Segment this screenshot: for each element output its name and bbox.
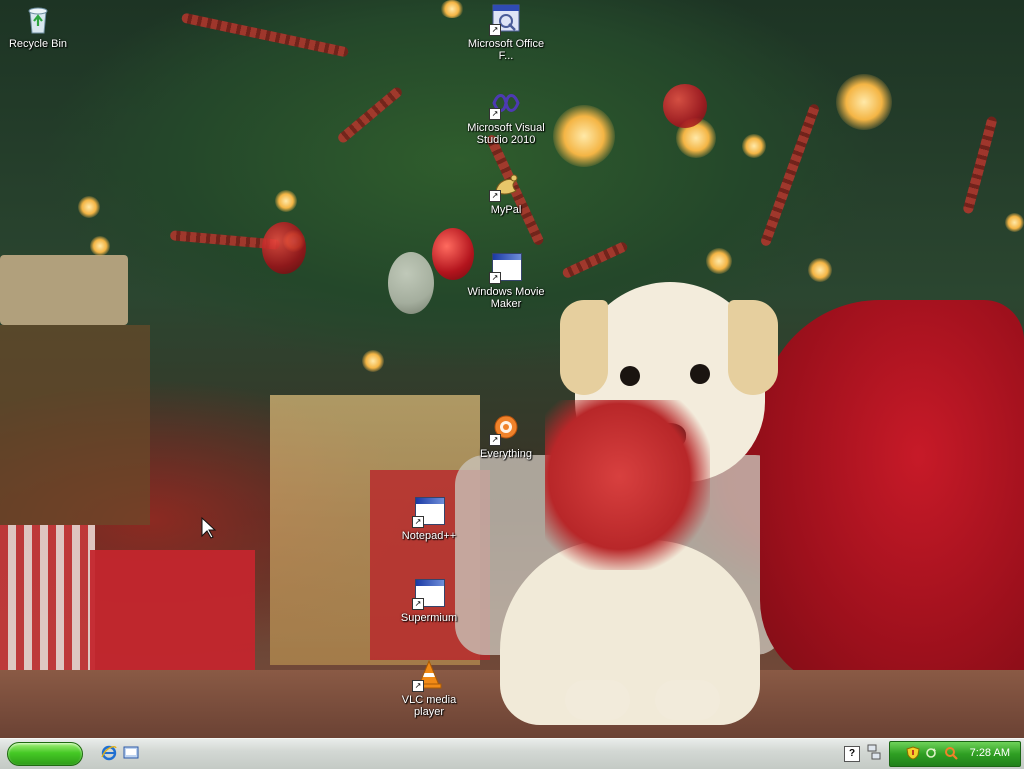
clock[interactable]: 7:28 AM bbox=[970, 747, 1010, 759]
shortcut-arrow-icon: ↗ bbox=[412, 680, 424, 692]
shortcut-arrow-icon: ↗ bbox=[489, 108, 501, 120]
icon-label: Everything bbox=[480, 448, 532, 460]
wallpaper-garland bbox=[962, 115, 998, 215]
wallpaper-garland bbox=[759, 102, 821, 248]
wallpaper-puppy-ear bbox=[560, 300, 608, 395]
icon-label: VLC media player bbox=[401, 694, 457, 718]
icon-label: Notepad++ bbox=[401, 530, 457, 542]
recycle-bin-icon bbox=[22, 3, 54, 35]
icon-label: MyPal bbox=[490, 204, 522, 216]
movie-maker-icon: ↗ bbox=[489, 251, 522, 284]
icon-label: Recycle Bin bbox=[8, 38, 68, 50]
notepad-plus-plus-icon: ↗ bbox=[412, 495, 445, 528]
visual-studio-desktop-icon[interactable]: ↗ Microsoft Visual Studio 2010 bbox=[464, 87, 548, 146]
help-icon[interactable]: ? bbox=[844, 746, 860, 762]
wallpaper-light bbox=[836, 74, 892, 130]
shortcut-arrow-icon: ↗ bbox=[412, 516, 424, 528]
wallpaper-puppy-eye bbox=[690, 364, 710, 384]
start-button[interactable] bbox=[7, 742, 83, 766]
wallpaper-blanket bbox=[760, 300, 1024, 690]
supermium-icon: ↗ bbox=[412, 577, 445, 610]
wallpaper-gift bbox=[0, 525, 95, 680]
wallpaper-garland bbox=[180, 12, 350, 58]
shortcut-arrow-icon: ↗ bbox=[412, 598, 424, 610]
wallpaper-ribbon bbox=[545, 400, 710, 570]
wallpaper-light bbox=[362, 350, 384, 372]
office-icon: ↗ bbox=[489, 3, 522, 36]
shortcut-arrow-icon: ↗ bbox=[489, 272, 501, 284]
shortcut-arrow-icon: ↗ bbox=[489, 24, 501, 36]
wallpaper-light bbox=[553, 105, 615, 167]
system-tray: 7:28 AM bbox=[889, 741, 1021, 767]
wallpaper-gift bbox=[0, 325, 150, 525]
wallpaper-puppy-ear bbox=[728, 300, 778, 395]
wallpaper-light bbox=[808, 258, 832, 282]
security-shield-icon[interactable] bbox=[906, 746, 920, 760]
wallpaper-ornament bbox=[262, 222, 306, 274]
vlc-desktop-icon[interactable]: ↗ VLC media player bbox=[387, 659, 471, 718]
mypal-icon: ↗ bbox=[489, 169, 522, 202]
network-icon[interactable] bbox=[866, 744, 882, 760]
shortcut-arrow-icon: ↗ bbox=[489, 190, 501, 202]
wallpaper-light bbox=[440, 0, 464, 18]
wallpaper-garland bbox=[561, 240, 629, 280]
wallpaper-puppy-eye bbox=[620, 366, 640, 386]
sync-icon[interactable] bbox=[924, 746, 938, 760]
wallpaper-light bbox=[90, 236, 110, 256]
show-desktop-icon[interactable] bbox=[123, 745, 139, 761]
everything-search-icon[interactable] bbox=[944, 746, 958, 760]
taskbar: ? 7:28 AM bbox=[0, 738, 1024, 769]
wallpaper-ornament bbox=[388, 252, 434, 314]
wallpaper-gift bbox=[0, 255, 128, 325]
mypal-desktop-icon[interactable]: ↗ MyPal bbox=[464, 169, 548, 216]
visual-studio-icon: ↗ bbox=[489, 87, 522, 120]
wallpaper-garland bbox=[336, 85, 404, 145]
icon-label: Supermium bbox=[400, 612, 458, 624]
wallpaper-ornament bbox=[663, 84, 707, 128]
icon-label: Windows Movie Maker bbox=[467, 286, 545, 310]
microsoft-office-desktop-icon[interactable]: ↗ Microsoft Office F... bbox=[464, 3, 548, 62]
supermium-desktop-icon[interactable]: ↗ Supermium bbox=[387, 577, 471, 624]
everything-desktop-icon[interactable]: ↗ Everything bbox=[464, 413, 548, 460]
mouse-cursor-icon bbox=[200, 516, 218, 540]
wallpaper-gift bbox=[90, 550, 255, 670]
notepad-plus-plus-desktop-icon[interactable]: ↗ Notepad++ bbox=[387, 495, 471, 542]
shortcut-arrow-icon: ↗ bbox=[489, 434, 501, 446]
everything-icon: ↗ bbox=[489, 413, 522, 446]
recycle-bin-desktop-icon[interactable]: Recycle Bin bbox=[0, 3, 80, 50]
wallpaper-puppy-paw bbox=[655, 680, 720, 720]
vlc-cone-icon: ↗ bbox=[412, 659, 445, 692]
wallpaper-light bbox=[742, 134, 766, 158]
wallpaper-puppy-paw bbox=[565, 680, 630, 720]
icon-label: Microsoft Office F... bbox=[467, 38, 545, 62]
desktop[interactable]: Recycle Bin ↗ Microsoft Office F... ↗ Mi… bbox=[0, 0, 1024, 738]
wallpaper-light bbox=[706, 248, 732, 274]
wallpaper-light bbox=[1005, 213, 1024, 232]
windows-movie-maker-desktop-icon[interactable]: ↗ Windows Movie Maker bbox=[464, 251, 548, 310]
wallpaper-light bbox=[78, 196, 100, 218]
internet-explorer-icon[interactable] bbox=[101, 745, 117, 761]
icon-label: Microsoft Visual Studio 2010 bbox=[467, 122, 545, 146]
wallpaper-light bbox=[275, 190, 297, 212]
